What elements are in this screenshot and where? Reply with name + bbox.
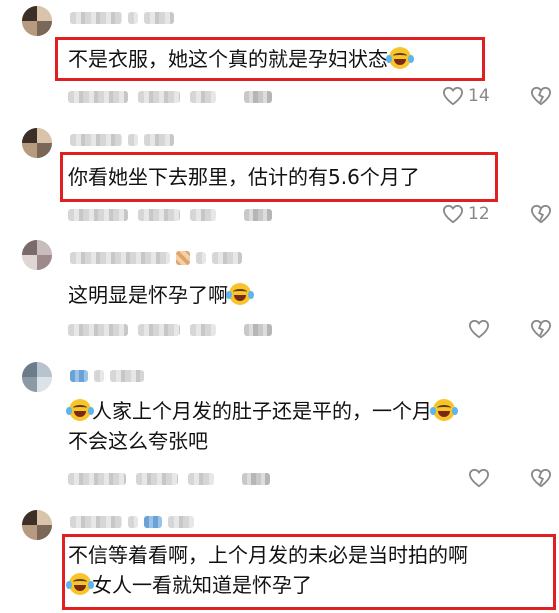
tears-of-joy-icon	[66, 399, 94, 421]
heart-icon	[468, 468, 490, 488]
like-count: 14	[468, 86, 490, 106]
username-blurred[interactable]	[70, 10, 174, 26]
comment-text-line: 不是衣服，她这个真的就是孕妇状态	[68, 47, 388, 71]
heart-icon	[442, 204, 464, 224]
like-button[interactable]: 12	[442, 204, 490, 224]
comment-text: 人家上个月发的肚子还是平的，一个月 不会这么夸张吧	[66, 396, 458, 456]
like-button[interactable]: 14	[442, 86, 490, 106]
comment-text: 不信等着看啊，上个月发的未必是当时拍的啊 女人一看就知道是怀孕了	[66, 540, 468, 600]
comment-text-line: 人家上个月发的肚子还是平的，一个月	[92, 399, 432, 423]
dislike-icon[interactable]	[530, 319, 552, 339]
username-blurred[interactable]	[70, 132, 174, 148]
comment-text: 这明显是怀孕了啊	[68, 280, 254, 310]
dislike-icon[interactable]	[530, 86, 552, 106]
comment-meta-blurred	[68, 323, 272, 337]
tears-of-joy-icon	[226, 283, 254, 305]
comment-text-line: 不信等着看啊，上个月发的未必是当时拍的啊	[68, 543, 468, 567]
username-blurred[interactable]	[70, 368, 144, 384]
avatar[interactable]	[22, 510, 52, 540]
heart-icon	[468, 319, 490, 339]
tears-of-joy-icon	[66, 573, 94, 595]
heart-icon	[442, 86, 464, 106]
like-count: 12	[468, 204, 490, 224]
username-blurred[interactable]	[70, 514, 194, 530]
username-blurred[interactable]	[70, 250, 242, 266]
tears-of-joy-icon	[430, 399, 458, 421]
avatar[interactable]	[22, 240, 52, 270]
comment-text-line: 女人一看就知道是怀孕了	[92, 573, 312, 597]
tears-of-joy-icon	[386, 47, 414, 69]
comment-text: 你看她坐下去那里，估计的有5.6个月了	[68, 162, 420, 192]
like-button[interactable]	[468, 319, 490, 339]
comment-text: 不是衣服，她这个真的就是孕妇状态	[68, 44, 414, 74]
dislike-icon[interactable]	[530, 468, 552, 488]
dislike-icon[interactable]	[530, 204, 552, 224]
comment-meta-blurred	[68, 90, 272, 104]
comment-meta-blurred	[68, 472, 270, 486]
comment-text-line: 不会这么夸张吧	[68, 429, 208, 453]
comment-meta-blurred	[68, 208, 272, 222]
avatar[interactable]	[22, 128, 52, 158]
like-button[interactable]	[468, 468, 490, 488]
avatar[interactable]	[22, 362, 52, 392]
comment-text-line: 你看她坐下去那里，估计的有5.6个月了	[68, 165, 420, 189]
avatar[interactable]	[22, 6, 52, 36]
comment-text-line: 这明显是怀孕了啊	[68, 283, 228, 307]
